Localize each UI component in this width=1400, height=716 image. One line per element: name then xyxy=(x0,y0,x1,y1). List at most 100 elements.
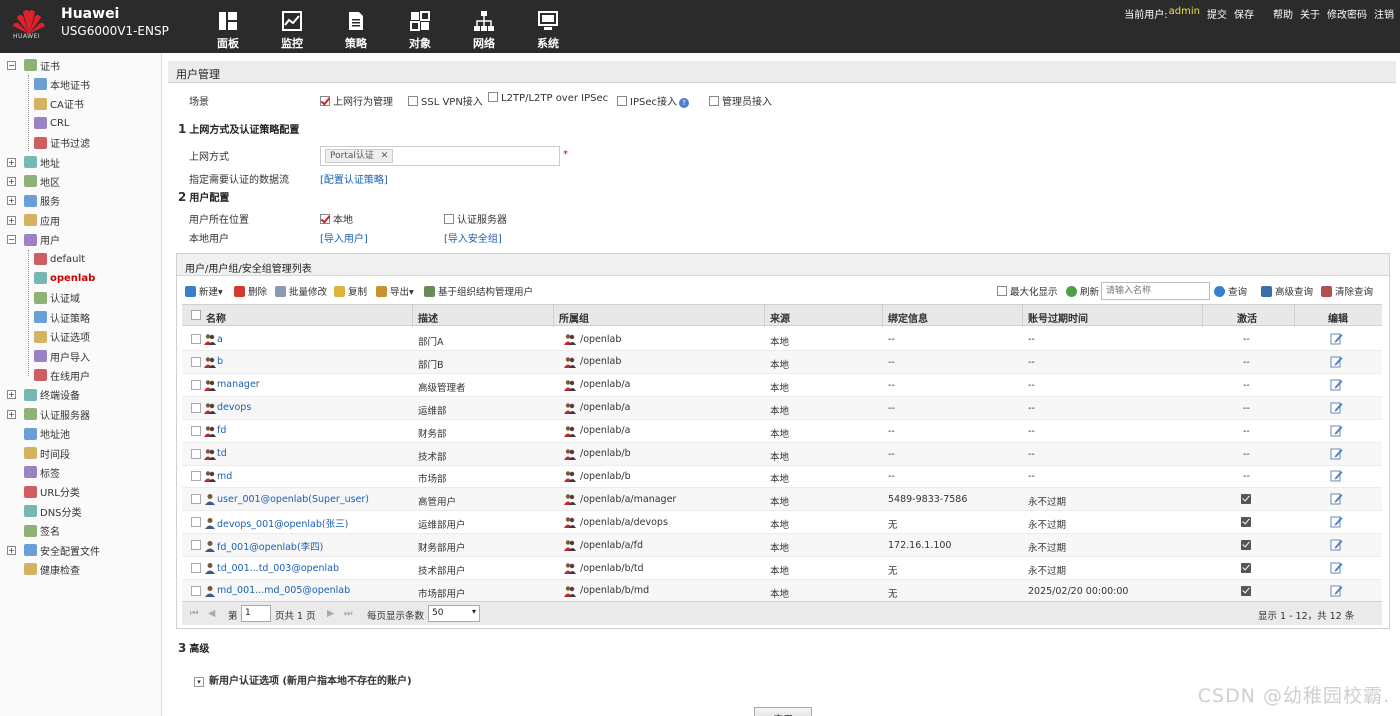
sidebar-item[interactable]: + 认证服务器 xyxy=(7,405,90,423)
checkbox[interactable] xyxy=(709,96,719,106)
edit-icon[interactable] xyxy=(1330,378,1343,391)
query-button[interactable]: 查询 xyxy=(1214,284,1247,298)
table-row[interactable]: devops 运维部/openlab/a 本地 -- -- -- xyxy=(182,396,1382,420)
nav-object[interactable]: 对象 xyxy=(388,0,452,53)
copy-button[interactable]: 复制 xyxy=(334,284,367,298)
save-link[interactable]: 保存 xyxy=(1234,6,1254,21)
prev-page-icon[interactable]: ◀ xyxy=(208,608,215,619)
col-group[interactable]: 所属组 xyxy=(559,310,589,325)
sidebar-item[interactable]: 在线用户 xyxy=(34,366,90,384)
page-number-input[interactable]: 1 xyxy=(241,605,271,622)
col-expire[interactable]: 账号过期时间 xyxy=(1028,310,1088,325)
logout-link[interactable]: 注销 xyxy=(1374,6,1394,21)
advanced-query-button[interactable]: 高级查询 xyxy=(1261,284,1313,298)
tree-expander-icon[interactable]: + xyxy=(7,157,16,167)
sidebar-item[interactable]: + 地址 xyxy=(7,153,60,171)
tree-expander-icon[interactable]: + xyxy=(7,176,16,186)
nav-system[interactable]: 系统 xyxy=(516,0,580,53)
table-row[interactable]: devops_001@openlab(张三) 运维部用户/openlab/a/de… xyxy=(182,511,1382,535)
checkbox[interactable] xyxy=(617,96,627,106)
scene-ipsec[interactable]: IPSec接入? xyxy=(617,93,689,108)
sidebar-item[interactable]: 用户导入 xyxy=(34,347,90,365)
tree-expander-icon[interactable]: + xyxy=(7,545,16,555)
tree-expander-icon[interactable]: − xyxy=(7,235,16,245)
row-name[interactable]: b xyxy=(204,356,223,368)
submit-link[interactable]: 提交 xyxy=(1207,6,1227,21)
edit-icon[interactable] xyxy=(1330,447,1343,460)
table-row[interactable]: fd 财务部/openlab/a 本地 -- -- -- xyxy=(182,420,1382,443)
edit-icon[interactable] xyxy=(1330,515,1343,528)
sidebar-item[interactable]: 证书过滤 xyxy=(34,134,90,152)
row-name[interactable]: md xyxy=(204,470,232,483)
row-checkbox[interactable] xyxy=(191,563,201,573)
checkbox[interactable] xyxy=(408,96,418,106)
checkbox[interactable] xyxy=(320,96,330,106)
table-row[interactable]: manager 高级管理者/openlab/a 本地 -- -- -- xyxy=(182,374,1382,397)
tree-expander-icon[interactable]: + xyxy=(7,390,16,400)
scene-l2tp[interactable]: L2TP/L2TP over IPSec xyxy=(488,92,608,104)
tree-expander-icon[interactable]: + xyxy=(7,215,16,225)
table-row[interactable]: td_001...td_003@openlab 技术部用户/openlab/b/t… xyxy=(182,557,1382,580)
row-name[interactable]: user_001@openlab(Super_user) xyxy=(204,493,369,506)
edit-icon[interactable] xyxy=(1330,584,1343,597)
about-link[interactable]: 关于 xyxy=(1300,6,1320,21)
row-checkbox[interactable] xyxy=(191,379,201,390)
col-name[interactable]: 名称 xyxy=(206,310,226,325)
row-checkbox[interactable] xyxy=(191,356,201,367)
row-checkbox[interactable] xyxy=(191,448,201,459)
access-method-field[interactable]: Portal认证 ✕ xyxy=(320,146,560,166)
nav-network[interactable]: 网络 xyxy=(452,0,516,53)
sidebar-item[interactable]: + 安全配置文件 xyxy=(7,541,100,559)
sidebar-item[interactable]: 本地证书 xyxy=(34,75,90,93)
maximize-toggle[interactable]: 最大化显示 xyxy=(997,284,1058,298)
checkbox[interactable] xyxy=(444,214,454,224)
location-server-option[interactable]: 认证服务器 xyxy=(444,211,507,226)
row-checkbox[interactable] xyxy=(191,334,201,344)
sidebar-item[interactable]: 地址池 xyxy=(7,425,70,443)
row-name[interactable]: a xyxy=(204,333,223,345)
row-checkbox[interactable] xyxy=(191,585,201,596)
row-checkbox[interactable] xyxy=(191,494,201,505)
sidebar-item[interactable]: 认证选项 xyxy=(34,328,90,346)
sidebar-item[interactable]: URL分类 xyxy=(7,483,80,501)
search-input[interactable] xyxy=(1101,282,1210,300)
table-row[interactable]: md_001...md_005@openlab 市场部用户/openlab/b/m… xyxy=(182,579,1382,603)
col-source[interactable]: 来源 xyxy=(770,310,790,325)
first-page-icon[interactable]: ⏮ xyxy=(190,608,199,619)
portal-auth-tag[interactable]: Portal认证 ✕ xyxy=(325,149,394,163)
table-row[interactable]: td 技术部/openlab/b 本地 -- -- -- xyxy=(182,442,1382,466)
expand-toggle-icon[interactable]: ▾ xyxy=(194,677,204,687)
export-button[interactable]: 导出▾ xyxy=(376,284,414,298)
nav-policy[interactable]: 策略 xyxy=(324,0,388,53)
refresh-button[interactable]: 刷新 xyxy=(1066,284,1099,298)
sidebar-item[interactable]: + 应用 xyxy=(7,211,60,229)
apply-button[interactable]: 应用 xyxy=(754,707,812,716)
edit-icon[interactable] xyxy=(1330,492,1343,505)
col-edit[interactable]: 编辑 xyxy=(1328,310,1348,325)
delete-button[interactable]: 删除 xyxy=(234,284,267,298)
import-user-link[interactable]: [导入用户] xyxy=(320,230,368,245)
table-row[interactable]: a 部门A/openlab 本地 -- -- -- xyxy=(182,328,1382,351)
sidebar-item[interactable]: openlab xyxy=(34,269,95,287)
clear-query-button[interactable]: 清除查询 xyxy=(1321,284,1373,298)
tree-expander-icon[interactable]: + xyxy=(7,196,16,206)
sidebar-item[interactable]: CRL xyxy=(34,114,70,132)
checkbox[interactable] xyxy=(320,214,330,224)
sidebar-item[interactable]: − 证书 xyxy=(7,56,60,74)
row-checkbox[interactable] xyxy=(191,471,201,482)
sidebar-item[interactable]: 标签 xyxy=(7,463,60,481)
row-name[interactable]: manager xyxy=(204,379,260,391)
next-page-icon[interactable]: ▶ xyxy=(327,608,334,619)
location-local-option[interactable]: 本地 xyxy=(320,211,353,226)
checkbox[interactable] xyxy=(488,92,498,102)
sidebar-item[interactable]: CA证书 xyxy=(34,95,84,113)
batch-edit-button[interactable]: 批量修改 xyxy=(275,284,327,298)
sidebar-item[interactable]: 健康检查 xyxy=(7,560,80,578)
table-row[interactable]: fd_001@openlab(李四) 财务部用户/openlab/a/fd 本地 17… xyxy=(182,534,1382,558)
scene-admin[interactable]: 管理员接入 xyxy=(709,93,772,108)
help-icon[interactable]: ? xyxy=(678,98,689,108)
row-name[interactable]: devops_001@openlab(张三) xyxy=(204,516,348,530)
change-password-link[interactable]: 修改密码 xyxy=(1327,6,1367,21)
select-all-checkbox[interactable] xyxy=(191,310,201,320)
row-name[interactable]: td_001...td_003@openlab xyxy=(204,562,339,574)
